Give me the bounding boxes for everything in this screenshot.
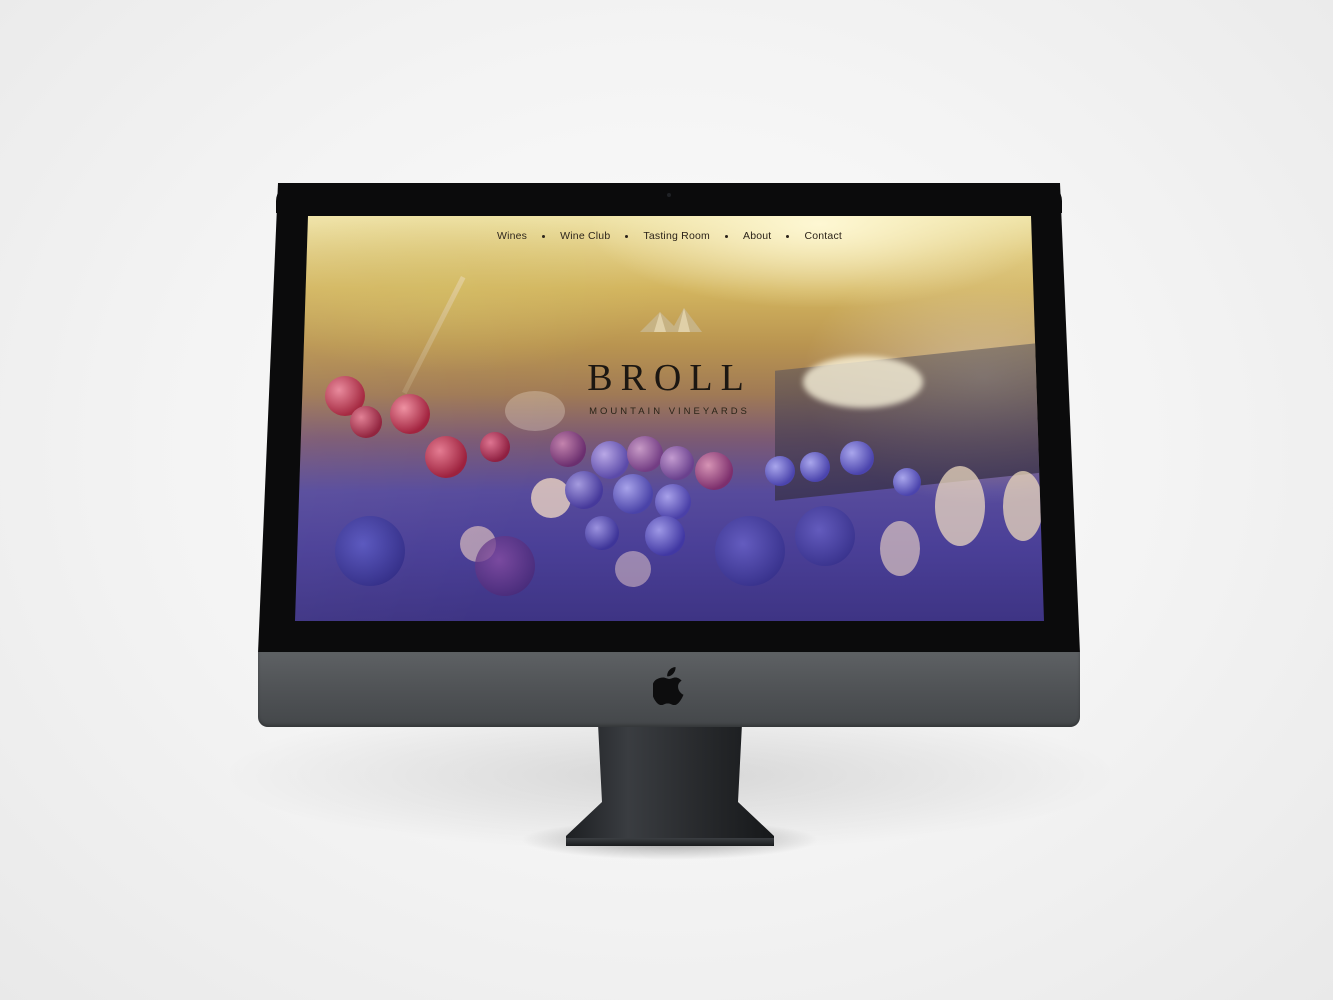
bokeh-light (1003, 471, 1043, 541)
grape (893, 468, 921, 496)
grape (613, 474, 653, 514)
nav-link-about[interactable]: About (743, 230, 771, 242)
bullet-dot-icon (625, 234, 629, 238)
brand-subtitle: MOUNTAIN VINEYARDS (589, 406, 750, 417)
mountain-peaks-icon (640, 308, 702, 332)
grape (627, 436, 663, 472)
grape (475, 536, 535, 596)
grape (715, 516, 785, 586)
bokeh-light (880, 521, 920, 576)
grape (550, 431, 586, 467)
monitor-bezel-top (276, 183, 1062, 213)
grape (840, 441, 874, 475)
bullet-dot-icon (786, 234, 790, 238)
brand-name: BROLL (587, 357, 752, 399)
site-nav: Wines Wine Club Tasting Room About Conta… (295, 227, 1044, 245)
grape (660, 446, 694, 480)
nav-link-contact[interactable]: Contact (804, 230, 842, 242)
grape (765, 456, 795, 486)
grape (335, 516, 405, 586)
bullet-dot-icon (542, 234, 546, 238)
nav-link-wine-club[interactable]: Wine Club (560, 230, 610, 242)
grape (645, 516, 685, 556)
bullet-dot-icon (724, 234, 728, 238)
grape (425, 436, 467, 478)
nav-link-tasting-room[interactable]: Tasting Room (643, 230, 710, 242)
grape (795, 506, 855, 566)
grape (585, 516, 619, 550)
bokeh-light (935, 466, 985, 546)
grape (800, 452, 830, 482)
nav-link-wines[interactable]: Wines (497, 230, 527, 242)
bokeh-light (615, 551, 651, 587)
grape (591, 441, 629, 479)
desktop-monitor: Wines Wine Club Tasting Room About Conta… (258, 183, 1080, 727)
grape (695, 452, 733, 490)
grape (480, 432, 510, 462)
camera-icon (667, 193, 671, 197)
apple-icon (653, 667, 684, 705)
grape (565, 471, 603, 509)
website-screen: Wines Wine Club Tasting Room About Conta… (295, 216, 1044, 621)
monitor-stand-foot (566, 838, 774, 846)
grape (655, 484, 691, 520)
